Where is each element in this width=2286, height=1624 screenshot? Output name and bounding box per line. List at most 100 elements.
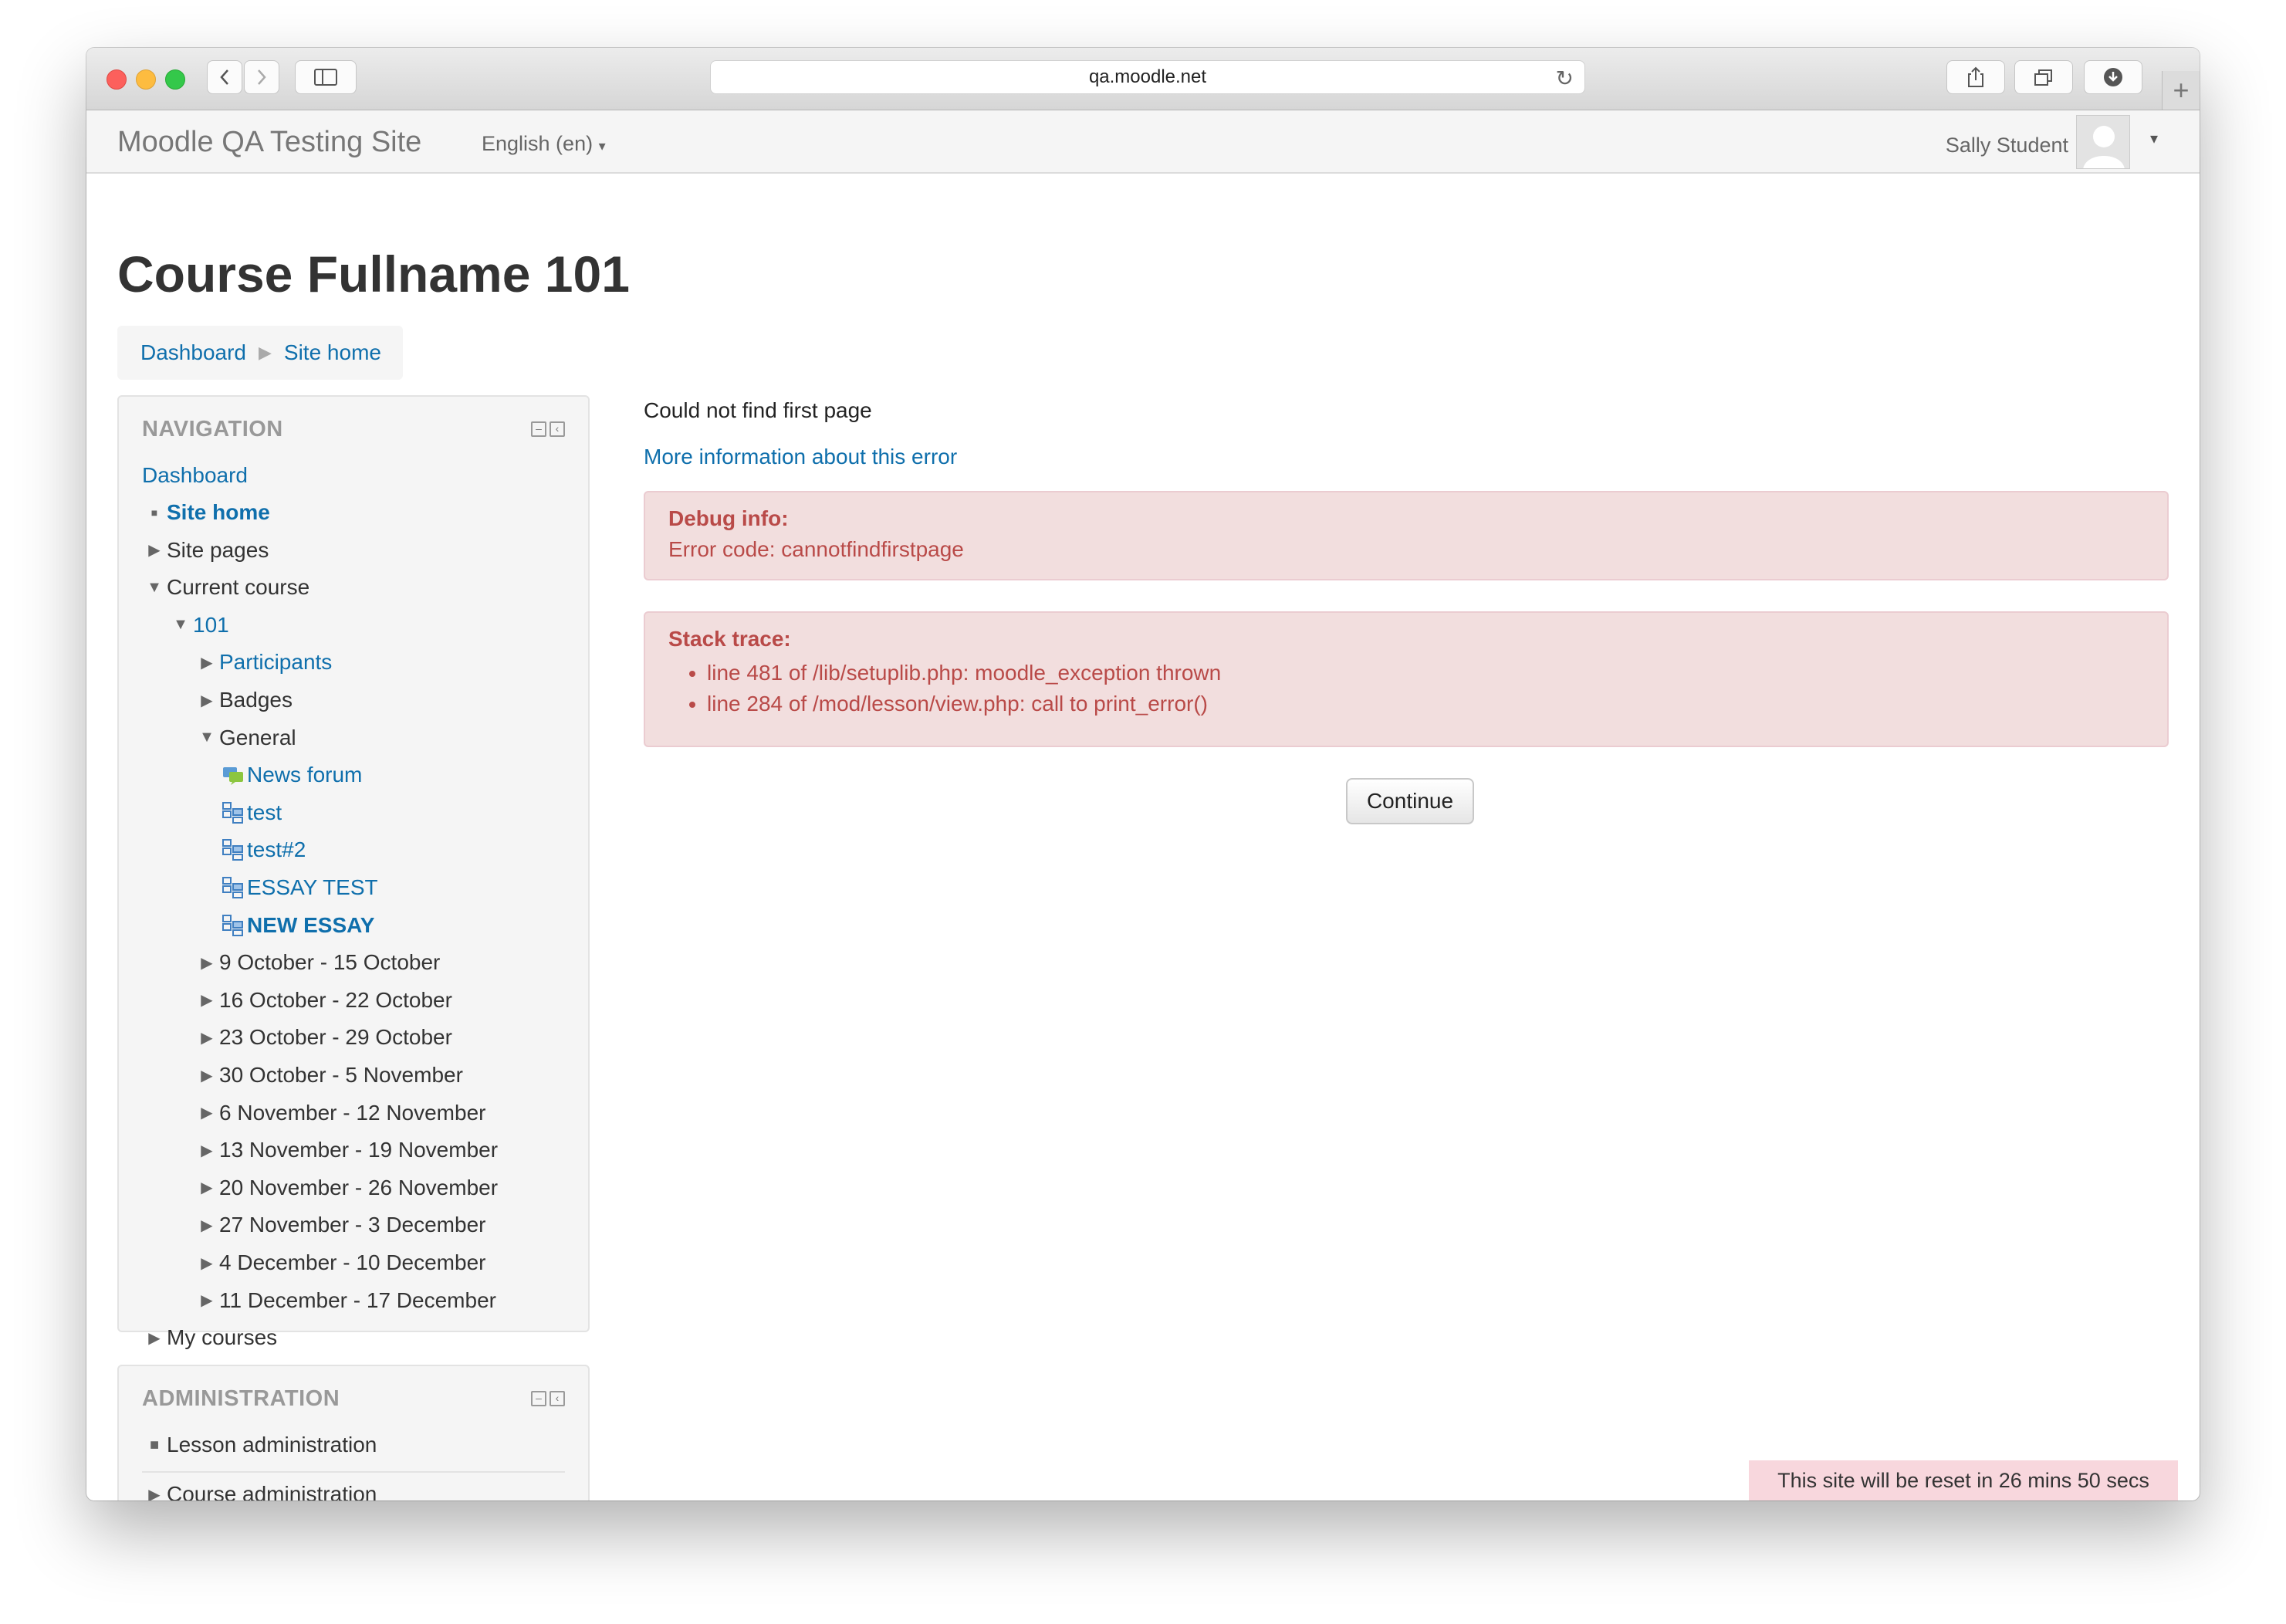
nav-item-site-pages[interactable]: ▶ Site pages — [142, 533, 269, 567]
breadcrumb-dashboard[interactable]: Dashboard — [140, 340, 246, 365]
nav-item-label: NEW ESSAY — [247, 912, 375, 937]
tabs-icon — [2034, 69, 2052, 86]
nav-item-label: 101 — [193, 612, 229, 637]
nav-item-participants[interactable]: ▶ Participants — [194, 645, 332, 679]
nav-item-current-course[interactable]: ▼ Current course — [142, 570, 309, 604]
language-menu[interactable]: English (en) ▾ — [482, 132, 606, 156]
lesson-icon — [221, 801, 245, 824]
navigation-block: NAVIGATION – ‹ Dashboard ■ Site home ▶ Site… — [117, 395, 590, 1349]
nav-item-label: 27 November - 3 December — [219, 1213, 486, 1237]
nav-item-essay-test[interactable]: ESSAY TEST — [221, 871, 378, 905]
dock-block-icon[interactable]: ‹ — [550, 1391, 565, 1406]
nav-item-site-home[interactable]: ■ Site home — [142, 496, 270, 529]
triangle-down-icon: ▼ — [199, 729, 215, 746]
nav-item-test-2[interactable]: test#2 — [221, 833, 306, 867]
nav-item-test[interactable]: test — [221, 796, 282, 830]
navigation-heading: NAVIGATION — [142, 417, 283, 442]
address-bar[interactable]: qa.moodle.net ↻ — [710, 60, 1585, 94]
debug-info-alert: Debug info: Error code: cannotfindfirstp… — [644, 491, 2169, 580]
reload-icon[interactable]: ↻ — [1556, 66, 1574, 91]
lesson-icon — [221, 876, 245, 899]
dock-block-icon[interactable]: ‹ — [550, 421, 565, 437]
nav-item-label: Site pages — [167, 537, 269, 562]
tabs-overview-button[interactable] — [2014, 60, 2073, 94]
nav-item-label: My courses — [167, 1325, 278, 1350]
admin-item-label: Lesson administration — [167, 1433, 377, 1457]
triangle-right-icon: ▶ — [201, 1029, 213, 1047]
triangle-right-icon: ▶ — [201, 1179, 213, 1197]
triangle-down-icon: ▼ — [173, 616, 188, 634]
nav-item-label: ESSAY TEST — [247, 875, 378, 899]
admin-item-course[interactable]: ▶ Course administration — [142, 1477, 377, 1501]
triangle-right-icon: ▶ — [201, 1216, 213, 1234]
triangle-right-icon: ▶ — [201, 654, 213, 672]
sidebar-icon — [314, 69, 337, 86]
download-icon — [2104, 68, 2122, 86]
zoom-window-button[interactable] — [165, 69, 185, 90]
sidebar-toggle-button[interactable] — [295, 60, 357, 94]
divider — [142, 1471, 565, 1473]
chevron-left-icon — [220, 69, 228, 85]
lesson-icon — [221, 914, 245, 937]
triangle-down-icon: ▼ — [147, 578, 162, 596]
nav-item-label: test — [247, 800, 282, 824]
stack-trace-alert: Stack trace: line 481 of /lib/setuplib.p… — [644, 611, 2169, 747]
avatar[interactable] — [2076, 115, 2130, 169]
continue-button[interactable]: Continue — [1346, 778, 1474, 824]
site-brand[interactable]: Moodle QA Testing Site — [117, 126, 421, 159]
nav-item-11-december-17-december[interactable]: ▶ 11 December - 17 December — [194, 1284, 496, 1318]
nav-item-16-october-22-october[interactable]: ▶ 16 October - 22 October — [194, 983, 452, 1017]
new-tab-button[interactable]: + — [2162, 71, 2200, 110]
minimize-window-button[interactable] — [136, 69, 156, 90]
collapse-block-icon[interactable]: – — [531, 421, 546, 437]
block-controls: – ‹ — [531, 1391, 565, 1406]
nav-item-label: Participants — [219, 650, 333, 675]
debug-text: Error code: cannotfindfirstpage — [668, 537, 964, 561]
nav-item-general[interactable]: ▼ General — [194, 721, 296, 755]
nav-item-9-october-15-october[interactable]: ▶ 9 October - 15 October — [194, 946, 440, 979]
downloads-button[interactable] — [2084, 60, 2142, 94]
nav-item-13-november-19-november[interactable]: ▶ 13 November - 19 November — [194, 1133, 498, 1167]
nav-item-my-courses[interactable]: ▶ My courses — [142, 1321, 277, 1355]
stack-line: line 284 of /mod/lesson/view.php: call t… — [707, 689, 2144, 719]
nav-item-label: 11 December - 17 December — [219, 1287, 496, 1312]
back-button[interactable] — [207, 60, 242, 94]
triangle-right-icon: ▶ — [148, 542, 161, 560]
triangle-right-icon: ▶ — [201, 954, 213, 972]
user-silhouette-icon — [2083, 126, 2125, 168]
nav-item-30-october-5-november[interactable]: ▶ 30 October - 5 November — [194, 1058, 463, 1092]
more-info-link[interactable]: More information about this error — [644, 445, 957, 469]
nav-dashboard[interactable]: Dashboard — [142, 458, 248, 492]
reset-notice: This site will be reset in 26 mins 50 se… — [1749, 1460, 2178, 1501]
nav-item-badges[interactable]: ▶ Badges — [194, 683, 293, 717]
language-label: English (en) — [482, 132, 593, 155]
nav-item-new-essay[interactable]: NEW ESSAY — [221, 908, 374, 942]
caret-down-icon: ▾ — [598, 138, 606, 154]
stack-heading: Stack trace: — [668, 627, 791, 651]
nav-item-27-november-3-december[interactable]: ▶ 27 November - 3 December — [194, 1208, 485, 1242]
nav-item-label: test#2 — [247, 837, 306, 862]
nav-item-20-november-26-november[interactable]: ▶ 20 November - 26 November — [194, 1171, 498, 1205]
block-controls: – ‹ — [531, 421, 565, 437]
nav-item-news-forum[interactable]: News forum — [221, 758, 362, 792]
forward-button[interactable] — [244, 60, 279, 94]
collapse-block-icon[interactable]: – — [531, 1391, 546, 1406]
administration-heading: ADMINISTRATION — [142, 1386, 340, 1411]
nav-item-101[interactable]: ▼ 101 — [168, 608, 229, 642]
triangle-right-icon: ▶ — [201, 1142, 213, 1159]
nav-item-4-december-10-december[interactable]: ▶ 4 December - 10 December — [194, 1246, 485, 1280]
administration-block: ADMINISTRATION – ‹ ■ Lesson administrati… — [117, 1365, 590, 1501]
nav-item-6-november-12-november[interactable]: ▶ 6 November - 12 November — [194, 1096, 485, 1130]
page-title: Course Fullname 101 — [117, 245, 630, 303]
triangle-right-icon: ▶ — [201, 1254, 213, 1272]
close-window-button[interactable] — [107, 69, 127, 90]
user-name[interactable]: Sally Student — [1946, 134, 2068, 157]
triangle-right-icon: ▶ — [201, 1292, 213, 1310]
nav-dashboard-label: Dashboard — [142, 463, 248, 487]
share-button[interactable] — [1946, 60, 2005, 94]
nav-item-23-october-29-october[interactable]: ▶ 23 October - 29 October — [194, 1020, 452, 1054]
admin-item-lesson[interactable]: ■ Lesson administration — [142, 1428, 377, 1462]
breadcrumb-site-home[interactable]: Site home — [284, 340, 381, 365]
bullet-icon: ■ — [149, 1436, 160, 1453]
user-menu-caret-icon[interactable]: ▾ — [2150, 129, 2158, 148]
